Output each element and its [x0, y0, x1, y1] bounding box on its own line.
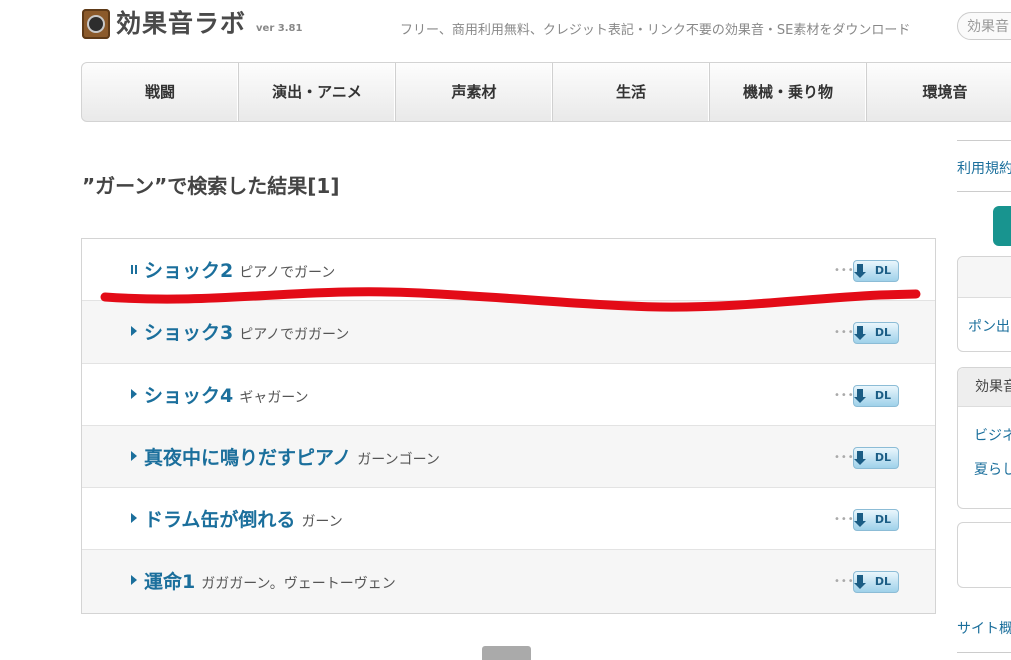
- sound-description: ガガガーン。ヴェートーヴェン: [201, 576, 396, 593]
- nav-item-ambient[interactable]: 環境音: [867, 63, 1011, 121]
- pause-icon[interactable]: [131, 265, 137, 274]
- dots-icon: •••: [834, 265, 855, 276]
- sound-title-link[interactable]: ショック3 ピアノでガガーン: [144, 318, 349, 345]
- sidebar-divider: [957, 140, 1011, 141]
- teal-banner-button[interactable]: [993, 206, 1011, 246]
- result-row: ショック3 ピアノでガガーン ••• DL: [82, 301, 935, 364]
- logo-text: 効果音ラボ: [116, 9, 247, 38]
- dots-icon: •••: [834, 451, 855, 463]
- result-row: 真夜中に鳴りだすピアノ ガーンゴーン ••• DL: [82, 425, 935, 489]
- nav-item-machines-vehicles[interactable]: 機械・乗り物: [710, 63, 867, 121]
- download-button[interactable]: DL: [853, 509, 899, 532]
- sound-description: ガーンゴーン: [357, 451, 440, 468]
- site-tagline: フリー、商用利用無料、クレジット表記・リンク不要の効果音・SE素材をダウンロード: [400, 23, 911, 38]
- sidebar-pon-panel: ポン出: [957, 256, 1011, 352]
- category-nav: 戦闘 演出・アニメ 声素材 生活 機械・乗り物 環境音: [81, 62, 1011, 122]
- sound-description: ギャガーン: [239, 389, 309, 406]
- play-icon[interactable]: [131, 575, 137, 586]
- site-info-link[interactable]: サイト概: [957, 618, 1011, 638]
- play-icon[interactable]: [131, 326, 137, 337]
- nav-item-battle[interactable]: 戦闘: [82, 63, 239, 121]
- play-icon[interactable]: [131, 388, 137, 399]
- sound-title-link[interactable]: 運命1 ガガガーン。ヴェートーヴェン: [144, 567, 396, 594]
- sound-title-link[interactable]: ショック4 ギャガーン: [144, 381, 309, 408]
- sidebar-link-business[interactable]: ビジネ: [958, 425, 1011, 445]
- sidebar-link-summer[interactable]: 夏らし: [958, 459, 1011, 479]
- result-row: 運命1 ガガガーン。ヴェートーヴェン ••• DL: [82, 550, 935, 613]
- dots-icon: •••: [834, 514, 855, 526]
- sidebar-panel-heading: 効果音: [958, 368, 1011, 407]
- download-button[interactable]: DL: [853, 446, 899, 469]
- search-result-heading: ”ガーン”で検索した結果[1]: [82, 174, 340, 198]
- terms-link[interactable]: 利用規約: [957, 158, 1011, 178]
- sound-title-link[interactable]: ショック2 ピアノでガーン: [144, 256, 335, 283]
- sidebar-divider: [957, 191, 1011, 192]
- sound-title[interactable]: ドラム缶が倒れる: [144, 509, 295, 531]
- play-icon[interactable]: [131, 513, 137, 524]
- sound-title-link[interactable]: 真夜中に鳴りだすピアノ ガーンゴーン: [144, 443, 440, 470]
- result-row: ショック4 ギャガーン ••• DL: [82, 364, 935, 426]
- dots-icon: •••: [834, 576, 855, 588]
- sidebar-category-panel: 効果音 ビジネ 夏らし: [957, 367, 1011, 509]
- dots-icon: •••: [834, 389, 855, 401]
- nav-item-effects-anime[interactable]: 演出・アニメ: [239, 63, 396, 121]
- sound-title[interactable]: 真夜中に鳴りだすピアノ: [144, 447, 351, 469]
- result-row: ショック2 ピアノでガーン ••• DL: [82, 239, 935, 302]
- pon-link[interactable]: ポン出: [968, 316, 1011, 336]
- download-button[interactable]: DL: [853, 384, 899, 407]
- sound-description: ピアノでガガーン: [239, 327, 350, 344]
- dots-icon: •••: [834, 327, 855, 339]
- sidebar-empty-panel: [957, 522, 1011, 588]
- result-row: ドラム缶が倒れる ガーン ••• DL: [82, 488, 935, 551]
- sound-title[interactable]: ショック2: [144, 260, 233, 282]
- sound-description: ガーン: [301, 514, 343, 531]
- sound-title[interactable]: ショック4: [144, 385, 233, 407]
- result-list: ショック2 ピアノでガーン ••• DL ショック3 ピアノでガガーン ••• DL…: [81, 238, 936, 614]
- download-button[interactable]: DL: [853, 571, 899, 594]
- download-button[interactable]: DL: [853, 260, 899, 282]
- nav-item-voice[interactable]: 声素材: [396, 63, 553, 121]
- play-icon[interactable]: [131, 450, 137, 461]
- sound-description: ピアノでガーン: [239, 265, 336, 281]
- sound-title[interactable]: ショック3: [144, 322, 233, 344]
- search-input[interactable]: 効果音: [957, 12, 1011, 40]
- sidebar-panel-top: [958, 257, 1011, 298]
- page-top-button[interactable]: [482, 646, 531, 660]
- download-button[interactable]: DL: [853, 322, 899, 345]
- sidebar-divider: [957, 652, 1011, 653]
- sound-title[interactable]: 運命1: [144, 571, 195, 593]
- nav-item-life[interactable]: 生活: [553, 63, 710, 121]
- site-logo[interactable]: 効果音ラボ ver 3.81: [82, 9, 302, 39]
- version-label: ver 3.81: [256, 23, 303, 34]
- sound-title-link[interactable]: ドラム缶が倒れる ガーン: [144, 505, 343, 532]
- speaker-icon: [82, 9, 110, 39]
